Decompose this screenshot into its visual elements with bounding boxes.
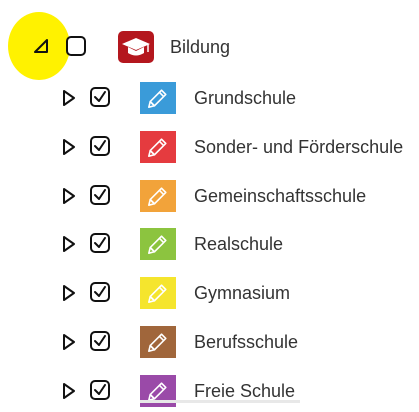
expand-triangle-icon[interactable] bbox=[62, 235, 76, 253]
tree-child-row[interactable]: Gemeinschaftsschule bbox=[0, 176, 419, 216]
child-label: Grundschule bbox=[194, 88, 297, 108]
child-label: Realschule bbox=[194, 234, 284, 255]
child-label: Gymnasium bbox=[194, 283, 291, 304]
child-checkbox[interactable] bbox=[90, 282, 110, 303]
child-label: Berufsschule bbox=[194, 332, 299, 352]
pencil-icon bbox=[140, 326, 176, 358]
pencil-icon bbox=[140, 277, 176, 310]
child-checkbox[interactable] bbox=[90, 331, 110, 351]
child-checkbox[interactable] bbox=[90, 379, 110, 400]
child-checkbox[interactable] bbox=[90, 135, 110, 156]
parent-checkbox[interactable] bbox=[66, 36, 86, 56]
tree-child-row[interactable]: Sonder- und Förderschule bbox=[0, 127, 419, 167]
expand-triangle-icon[interactable] bbox=[62, 89, 76, 107]
tree-parent-row[interactable]: Bildung bbox=[0, 27, 419, 67]
pencil-icon bbox=[140, 82, 176, 114]
tree-child-row[interactable]: Gymnasium bbox=[0, 273, 419, 313]
child-label: Gemeinschaftsschule bbox=[194, 185, 367, 206]
expand-triangle-icon[interactable] bbox=[62, 382, 76, 400]
child-label: Freie Schule bbox=[194, 380, 296, 401]
expand-triangle-icon[interactable] bbox=[62, 333, 76, 351]
expand-triangle-icon[interactable] bbox=[62, 284, 76, 302]
expand-triangle-icon[interactable] bbox=[62, 187, 76, 205]
collapse-triangle-icon[interactable] bbox=[33, 39, 48, 57]
pencil-icon bbox=[140, 179, 176, 212]
tree-child-row[interactable]: Berufsschule bbox=[0, 322, 419, 362]
graduation-cap-icon bbox=[118, 31, 154, 63]
child-checkbox[interactable] bbox=[90, 233, 110, 254]
pencil-icon bbox=[140, 130, 176, 163]
tree-child-row[interactable]: Grundschule bbox=[0, 78, 419, 118]
expand-triangle-icon[interactable] bbox=[62, 138, 76, 156]
child-checkbox[interactable] bbox=[90, 87, 110, 107]
parent-label: Bildung bbox=[170, 37, 231, 57]
tree-child-row[interactable]: Realschule bbox=[0, 224, 419, 264]
child-checkbox[interactable] bbox=[90, 184, 110, 205]
tree-child-row[interactable]: Freie Schule bbox=[0, 371, 419, 411]
child-label: Sonder- und Förderschule bbox=[194, 136, 404, 157]
pencil-icon bbox=[140, 228, 176, 261]
